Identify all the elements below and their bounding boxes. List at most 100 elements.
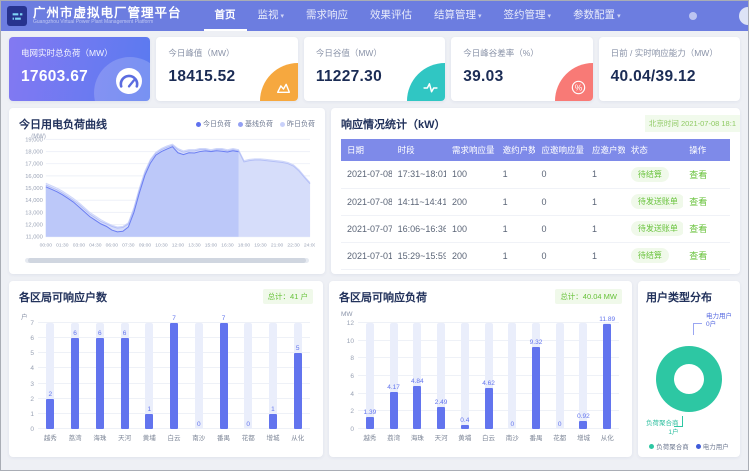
bars-area: 2越秀6荔湾6海珠6天河1黄埔7白云0南沙7番禺0花都1增城5从化 [38,323,310,429]
bar-value-label: 0 [197,421,201,428]
load-bar-panel: 各区局可响应负荷 总计：40.04 MW MW0246810121.39越秀4.… [329,281,632,457]
bar-column-越秀: 2越秀 [38,323,63,429]
bar [532,347,540,429]
bar-value-label: 0.92 [577,413,590,420]
load-total-badge: 总计：40.04 MW [555,289,622,304]
nav-item-3[interactable]: 效果评估 [359,1,423,31]
x-category-label: 天河 [118,432,131,442]
bar-column-花都: 0花都 [236,323,261,429]
user-type-legend-item-1[interactable]: 电力用户 [696,441,729,451]
app-logo-icon [7,6,27,26]
svg-text:14,000: 14,000 [25,198,43,204]
svg-text:12,000: 12,000 [25,223,43,229]
load-curve-title: 今日用电负荷曲线 [19,116,107,132]
legend-item-2[interactable]: 昨日负荷 [280,119,315,129]
nav-item-1[interactable]: 监视▾ [247,1,296,31]
main-nav: 首页监视▾需求响应效果评估结算管理▾签约管理▾参数配置▾ [204,1,632,31]
view-link[interactable]: 查看 [689,197,707,207]
bar-value-label: 7 [172,315,176,322]
nav-item-4[interactable]: 结算管理▾ [423,1,493,31]
y-tick-label: 4 [339,391,354,398]
load-curve-panel: 今日用电负荷曲线 今日负荷基线负荷昨日负荷 (MW)19,00018,00017… [9,108,325,274]
bar-value-label: 0 [558,421,562,428]
view-link[interactable]: 查看 [689,170,707,180]
legend-label: 电力用户 [703,441,729,451]
user-avatar[interactable] [739,7,749,25]
view-link[interactable]: 查看 [689,224,707,234]
bars-area: 1.39越秀4.17荔湾4.84海珠2.49天河0.4黄埔4.62白云0南沙9.… [358,323,619,429]
bar-column-越秀: 1.39越秀 [358,323,382,429]
x-category-label: 黄埔 [143,432,156,442]
axis-unit-label: MW [341,311,353,318]
bar-value-label: 1 [271,406,275,413]
chevron-down-icon: ▾ [478,13,482,20]
legend-label: 昨日负荷 [287,119,315,129]
bar-column-黄埔: 1黄埔 [137,323,162,429]
user-type-title: 用户类型分布 [646,289,732,305]
bar-column-海珠: 4.84海珠 [405,323,429,429]
bar-value-label: 2.49 [435,399,448,406]
y-tick-label: 8 [339,355,354,362]
bar-value-label: 6 [98,330,102,337]
nav-item-2[interactable]: 需求响应 [295,1,359,31]
bar [121,338,129,429]
legend-item-0[interactable]: 今日负荷 [196,119,231,129]
svg-text:18,000: 18,000 [25,150,43,156]
table-cell: 0 [535,188,586,215]
svg-text:16:30: 16:30 [221,243,234,249]
table-cell: 0 [535,161,586,188]
bar-value-label: 0.4 [460,417,469,424]
chevron-down-icon: ▾ [548,13,552,20]
legend-dot-icon [696,444,701,449]
x-category-label: 花都 [242,432,255,442]
table-cell: 200 [446,242,497,269]
bar-value-label: 2 [49,391,53,398]
view-link[interactable]: 查看 [689,251,707,261]
table-cell: 1 [497,161,536,188]
svg-text:15,000: 15,000 [25,186,43,192]
svg-text:15:00: 15:00 [205,243,218,249]
nav-item-6[interactable]: 参数配置▾ [562,1,632,31]
x-category-label: 黄埔 [458,432,471,442]
nav-item-0[interactable]: 首页 [204,1,247,31]
nav-right [689,1,748,31]
y-tick-label: 1 [19,411,34,418]
bar-track [508,323,516,429]
chart-zoom-slider[interactable] [25,258,309,263]
table-cell: 17:31~18:01 [392,161,446,188]
table-cell: 100 [446,161,497,188]
notification-icon[interactable] [689,12,697,20]
svg-text:17,000: 17,000 [25,162,43,168]
bar-track [195,323,203,429]
brand-block: 广州市虚拟电厂管理平台 Guangzhou Virtual Power Plan… [33,7,182,25]
svg-text:19,000: 19,000 [25,137,43,143]
bar-track [556,323,564,429]
bar [390,392,398,429]
nav-item-5[interactable]: 签约管理▾ [493,1,563,31]
kpi-value: 40.04/39.12 [611,68,728,86]
bar-value-label: 6 [123,330,127,337]
bar-column-番禺: 9.32番禺 [524,323,548,429]
bottom-row: 各区局可响应户数 总计：41 户 户012345672越秀6荔湾6海珠6天河1黄… [9,281,740,457]
percent-icon: % [570,79,587,96]
chevron-down-icon: ▾ [617,13,621,20]
callout-power-connector [693,323,702,335]
bar [579,421,587,429]
dashboard-root: 广州市虚拟电厂管理平台 Guangzhou Virtual Power Plan… [0,0,749,471]
x-category-label: 海珠 [93,432,106,442]
bar-column-南沙: 0南沙 [186,323,211,429]
y-tick-label: 2 [19,396,34,403]
bar-column-番禺: 7番禺 [211,323,236,429]
svg-text:24:00: 24:00 [304,243,315,249]
y-tick-label: 7 [19,320,34,327]
x-category-label: 荔湾 [387,432,400,442]
user-type-legend-item-0[interactable]: 负荷聚合商 [649,441,689,451]
bar [220,323,228,429]
y-tick-label: 2 [339,408,354,415]
y-tick-label: 12 [339,320,354,327]
legend-item-1[interactable]: 基线负荷 [238,119,273,129]
col-header-1: 时段 [392,139,446,161]
chart-zoom-handle[interactable] [28,258,306,263]
bar-column-天河: 6天河 [112,323,137,429]
col-header-3: 邀约户数 [497,139,536,161]
